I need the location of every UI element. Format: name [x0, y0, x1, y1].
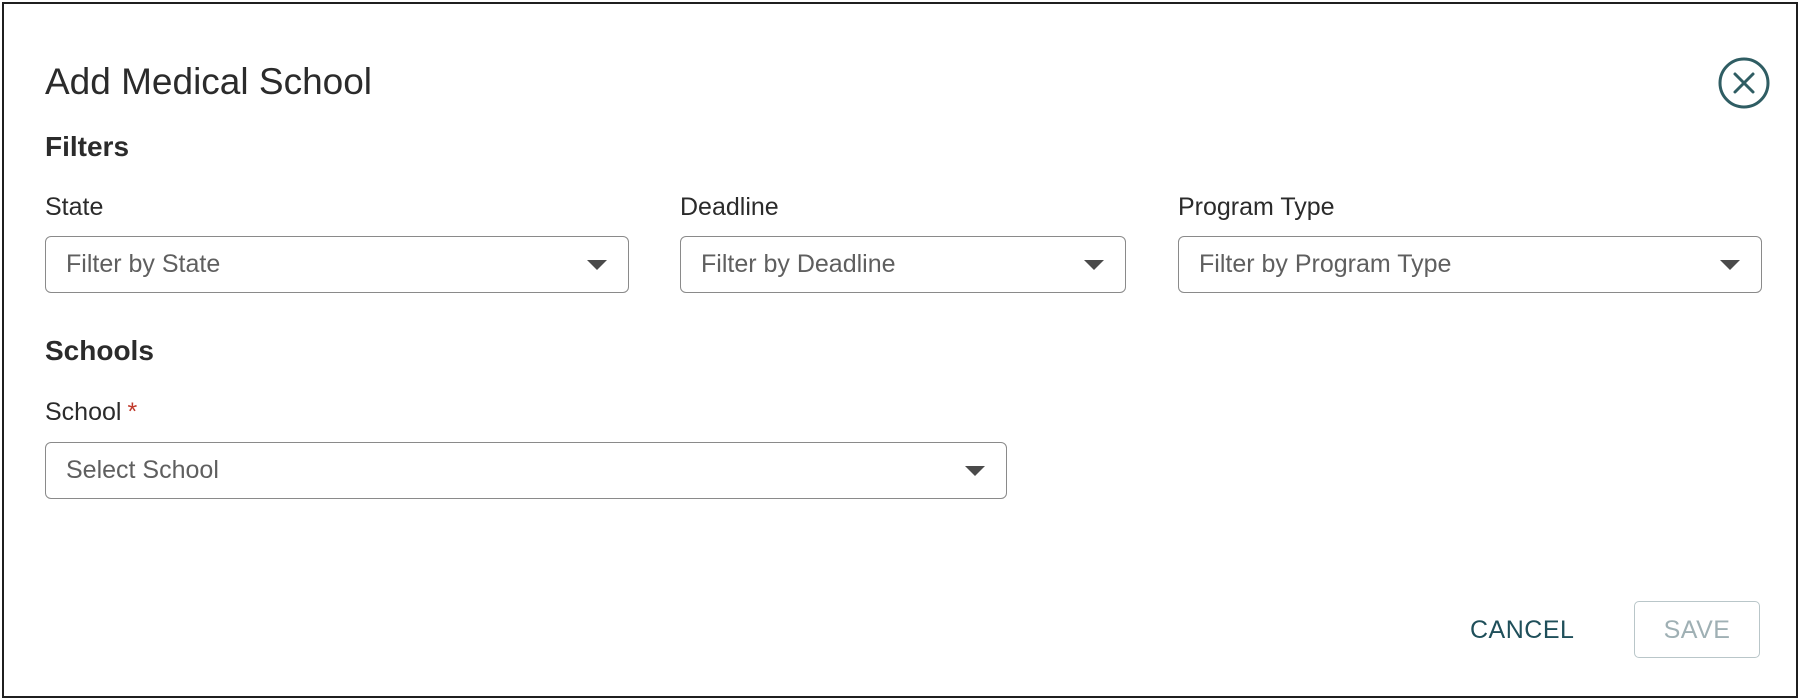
state-filter-select[interactable]: Filter by State — [45, 236, 629, 293]
close-button[interactable] — [1716, 55, 1772, 111]
chevron-down-icon — [965, 466, 985, 476]
state-filter-placeholder: Filter by State — [66, 250, 221, 278]
save-button[interactable]: SAVE — [1634, 601, 1760, 658]
filters-heading: Filters — [45, 131, 130, 162]
add-medical-school-dialog: Add Medical School Filters State Filter … — [2, 2, 1798, 698]
chevron-down-icon — [1720, 260, 1740, 270]
chevron-down-icon — [587, 260, 607, 270]
close-circle-icon — [1718, 57, 1770, 109]
schools-heading: Schools — [45, 335, 154, 366]
school-select[interactable]: Select School — [45, 442, 1007, 499]
deadline-label: Deadline — [680, 193, 779, 221]
dialog-title: Add Medical School — [45, 61, 373, 102]
school-label-text: School — [45, 398, 122, 426]
deadline-filter-placeholder: Filter by Deadline — [701, 250, 896, 278]
program-type-label: Program Type — [1178, 193, 1335, 221]
school-select-placeholder: Select School — [66, 456, 219, 484]
chevron-down-icon — [1084, 260, 1104, 270]
program-type-filter-placeholder: Filter by Program Type — [1199, 250, 1452, 278]
state-label: State — [45, 193, 104, 221]
cancel-button[interactable]: CANCEL — [1470, 610, 1574, 650]
deadline-filter-select[interactable]: Filter by Deadline — [680, 236, 1126, 293]
program-type-filter-select[interactable]: Filter by Program Type — [1178, 236, 1762, 293]
school-label: School * — [45, 396, 137, 428]
required-marker: * — [127, 398, 138, 426]
